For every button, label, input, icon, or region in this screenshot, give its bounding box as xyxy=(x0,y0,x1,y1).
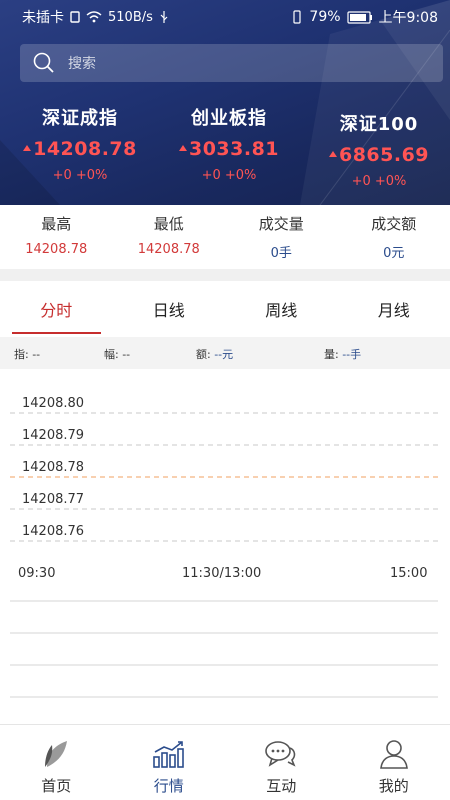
search-icon xyxy=(24,44,64,82)
stat-value: 14208.78 xyxy=(137,242,200,257)
stat-label: 成交额 xyxy=(371,215,417,233)
quote-info-bar: 指: -- 幅: -- 额: --元 量: --手 xyxy=(0,337,450,369)
bar-chart-icon xyxy=(113,737,226,771)
usb-icon xyxy=(160,11,168,23)
index-change: +0 +0% xyxy=(201,168,257,183)
chat-bubble-icon xyxy=(225,737,338,771)
info-amount-value: --元 xyxy=(214,348,234,361)
bottom-nav: 首页 行情 互动 我的 xyxy=(0,724,450,800)
nav-home[interactable]: 首页 xyxy=(0,725,113,800)
index-name: 创业板指 xyxy=(191,108,267,129)
nav-me[interactable]: 我的 xyxy=(338,725,450,800)
tab-intraday[interactable]: 分时 xyxy=(0,281,113,337)
stat-label: 成交量 xyxy=(258,215,304,233)
battery-icon xyxy=(346,10,372,24)
up-arrow-icon xyxy=(328,151,337,157)
tab-daily[interactable]: 日线 xyxy=(113,281,226,337)
nav-label: 首页 xyxy=(41,777,72,795)
carrier-text: 未插卡 xyxy=(22,10,64,26)
index-card-chinext[interactable]: 创业板指 3033.81 +0 +0% xyxy=(154,104,304,183)
search-bar[interactable]: 搜索 xyxy=(20,44,443,82)
status-bar: 未插卡 510B/s 79% 上午9:08 xyxy=(0,0,450,34)
index-value: 3033.81 xyxy=(188,138,280,160)
stat-low: 最低 14208.78 xyxy=(113,205,226,269)
nav-label: 行情 xyxy=(153,777,184,795)
up-arrow-icon xyxy=(23,145,32,151)
stat-value: 0元 xyxy=(383,246,405,261)
info-amplitude: 幅: -- xyxy=(104,348,131,361)
y-tick-label: 14208.80 xyxy=(22,396,84,411)
y-tick-label: 14208.79 xyxy=(22,428,84,443)
network-speed: 510B/s xyxy=(108,9,153,25)
stat-volume: 成交量 0手 xyxy=(225,205,338,269)
market-header: 未插卡 510B/s 79% 上午9:08 搜索 深证成指 14208.78 +… xyxy=(0,0,450,205)
leaf-icon xyxy=(0,737,113,771)
tab-monthly[interactable]: 月线 xyxy=(338,281,450,337)
index-name: 深证成指 xyxy=(42,108,118,129)
vibrate-icon xyxy=(293,10,302,24)
info-index: 指: -- xyxy=(14,348,41,361)
x-tick-label: 15:00 xyxy=(390,566,427,581)
period-tabs: 分时 日线 周线 月线 xyxy=(0,281,450,337)
wifi-icon xyxy=(86,11,102,23)
info-amount-label: 额: xyxy=(196,348,215,361)
search-placeholder: 搜索 xyxy=(68,56,96,72)
index-value: 6865.69 xyxy=(338,144,430,166)
index-change: +0 +0% xyxy=(52,168,108,183)
stat-value: 0手 xyxy=(270,246,292,261)
stat-high: 最高 14208.78 xyxy=(0,205,113,269)
nav-market[interactable]: 行情 xyxy=(113,725,226,800)
stat-label: 最低 xyxy=(153,215,184,233)
intraday-chart-svg: 14208.80 14208.79 14208.78 14208.77 14208.76… xyxy=(10,396,438,698)
info-volume-value: --手 xyxy=(342,348,362,361)
index-change: +0 +0% xyxy=(351,174,407,189)
y-tick-label: 14208.77 xyxy=(22,492,84,507)
stat-value: 14208.78 xyxy=(25,242,88,257)
battery-percent: 79% xyxy=(309,9,341,25)
app-screen: { "status_bar": { "carrier": "未插卡", "spe… xyxy=(0,0,450,800)
nav-label: 我的 xyxy=(378,777,409,795)
stat-label: 最高 xyxy=(41,215,72,233)
info-amount: 额: --元 xyxy=(196,346,233,362)
up-arrow-icon xyxy=(178,145,187,151)
intraday-chart: 14208.80 14208.79 14208.78 14208.77 14208.76… xyxy=(0,369,450,724)
y-tick-label: 14208.78 xyxy=(22,460,84,475)
tab-weekly[interactable]: 周线 xyxy=(225,281,338,337)
clock: 上午9:08 xyxy=(378,10,438,26)
index-value: 14208.78 xyxy=(33,138,137,160)
x-tick-label: 11:30/13:00 xyxy=(182,566,261,581)
stat-turnover: 成交额 0元 xyxy=(338,205,450,269)
info-volume: 量: --手 xyxy=(324,346,361,362)
info-volume-label: 量: xyxy=(324,348,343,361)
nav-interact[interactable]: 互动 xyxy=(225,725,338,800)
y-tick-label: 14208.76 xyxy=(22,524,84,539)
section-divider xyxy=(0,269,450,281)
stats-row: 最高 14208.78 最低 14208.78 成交量 0手 成交额 0元 xyxy=(0,205,450,269)
sim-icon xyxy=(70,11,80,23)
index-card-shenzhen-100[interactable]: 深证100 6865.69 +0 +0% xyxy=(304,110,450,189)
index-card-shenzhen-component[interactable]: 深证成指 14208.78 +0 +0% xyxy=(5,104,155,183)
user-icon xyxy=(338,737,450,771)
index-name: 深证100 xyxy=(339,114,419,135)
x-tick-label: 09:30 xyxy=(18,566,55,581)
nav-label: 互动 xyxy=(266,777,297,795)
